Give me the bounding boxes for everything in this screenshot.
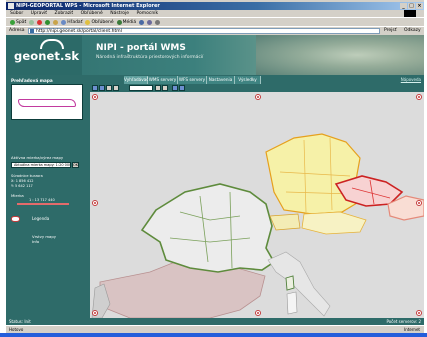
legend-label[interactable]: Legenda xyxy=(32,216,49,221)
header-landscape-image xyxy=(256,35,424,75)
scalebar-label: Mierka xyxy=(11,193,24,198)
window-title: NIPI-GEOPORTAL WPS - Microsoft Internet … xyxy=(16,3,160,9)
site-logo[interactable]: geonet.sk xyxy=(14,49,79,63)
pan-north-icon[interactable] xyxy=(255,94,261,100)
tab-wms-servers[interactable]: WMS servery xyxy=(148,76,178,84)
star-icon xyxy=(85,19,91,25)
overview-extent-outline xyxy=(18,99,76,107)
overview-map[interactable] xyxy=(11,84,83,120)
menu-file[interactable]: Súbor xyxy=(10,11,23,16)
windows-logo-icon xyxy=(404,10,416,17)
layers-tool-icon[interactable] xyxy=(172,85,178,91)
pan-northwest-icon[interactable] xyxy=(92,94,98,100)
scalebar-text: 1 : 13 717 440 xyxy=(29,198,55,202)
history-icon xyxy=(139,19,145,25)
menu-edit[interactable]: Upraviť xyxy=(31,11,47,16)
pan-southwest-icon[interactable] xyxy=(92,310,98,316)
menu-bar: Súbor Upraviť Zobraziť Obľúbené Nástroje… xyxy=(6,10,424,17)
help-link[interactable]: Nápoveda xyxy=(401,76,421,84)
pan-southeast-icon[interactable] xyxy=(416,310,422,316)
menu-tools[interactable]: Nástroje xyxy=(110,11,129,16)
history-button[interactable] xyxy=(139,19,145,25)
mail-icon xyxy=(147,19,153,25)
address-input[interactable]: http://nipi.geonet.sk/portal/client.html xyxy=(28,28,380,34)
scale-label: Aktívna mierka/výrez mapy xyxy=(11,155,64,160)
measure-tool-icon[interactable] xyxy=(179,85,185,91)
page-status-bar: Status: Init Počet serverov: 2 xyxy=(6,318,424,325)
ie-window-icon xyxy=(8,3,14,9)
pan-tool-icon[interactable] xyxy=(106,85,112,91)
menu-favorites[interactable]: Obľúbené xyxy=(81,11,103,16)
pan-south-icon[interactable] xyxy=(255,310,261,316)
coords-y: Y: 5 642 117 xyxy=(11,184,33,188)
map-canvas[interactable] xyxy=(90,92,424,318)
print-icon xyxy=(155,19,161,25)
forward-button[interactable] xyxy=(29,19,35,25)
overview-title: Prehľadová mapa xyxy=(11,78,53,83)
tab-search[interactable]: Vyhľadávač xyxy=(124,76,149,84)
left-panel: Prehľadová mapa Aktívna mierka/výrez map… xyxy=(6,75,90,325)
home-icon xyxy=(53,19,59,25)
page-status-right: Počet serverov: 2 xyxy=(386,319,421,324)
zoom-out-tool-icon[interactable] xyxy=(99,85,105,91)
sardinia-region xyxy=(286,291,298,315)
layer-list: Vrstvy mapy Info xyxy=(32,234,56,244)
scalebar-line xyxy=(17,203,69,205)
maximize-button[interactable]: □ xyxy=(408,3,415,9)
print-map-icon[interactable] xyxy=(162,85,168,91)
go-button[interactable]: Prejsť xyxy=(384,27,397,35)
address-bar: Adresa http://nipi.geonet.sk/portal/clie… xyxy=(6,26,424,34)
map-search-input[interactable] xyxy=(129,85,153,91)
print-button[interactable] xyxy=(155,19,161,25)
refresh-icon xyxy=(45,19,51,25)
cursor-coordinates: Súradnice kurzora X: 1 856 412 Y: 5 642 … xyxy=(11,174,43,189)
stop-button[interactable] xyxy=(37,19,43,25)
media-icon xyxy=(116,19,122,25)
map-toolbar xyxy=(90,84,424,92)
taskbar xyxy=(0,333,427,337)
home-button[interactable] xyxy=(53,19,59,25)
map-svg xyxy=(90,92,424,318)
close-button[interactable]: × xyxy=(416,3,423,9)
title-bar: NIPI-GEOPORTAL WPS - Microsoft Internet … xyxy=(6,2,424,10)
scale-select[interactable]: Aktuálna mierka mapy: 1:20 000 xyxy=(11,162,71,168)
scale-ok-button[interactable]: OK xyxy=(72,162,79,168)
ie-status-text: Hotovo xyxy=(9,327,24,332)
info-tool-icon[interactable] xyxy=(113,85,119,91)
browser-window: NIPI-GEOPORTAL WPS - Microsoft Internet … xyxy=(6,0,424,333)
search-icon xyxy=(61,19,67,25)
corsica-region xyxy=(285,275,295,291)
layer-item-info[interactable]: Info xyxy=(32,239,56,244)
legend-icon[interactable] xyxy=(11,216,20,222)
forward-arrow-icon xyxy=(29,19,35,25)
pan-northeast-icon[interactable] xyxy=(416,94,422,100)
page-subtitle: Národná infraštruktúra priestorových inf… xyxy=(96,55,204,60)
web-page: geonet.sk NIPI - portál WMS Národná infr… xyxy=(6,35,424,325)
stop-icon xyxy=(37,19,43,25)
back-arrow-icon xyxy=(10,19,15,25)
browser-toolbar: Späť Hľadať Obľúbené Médiá xyxy=(6,17,424,26)
tab-settings[interactable]: Nastavenia xyxy=(207,76,235,84)
refresh-button[interactable] xyxy=(45,19,51,25)
menu-view[interactable]: Zobraziť xyxy=(54,11,73,16)
page-status-left: Status: Init xyxy=(9,319,31,324)
minimize-button[interactable]: _ xyxy=(400,3,407,9)
page-title: NIPI - portál WMS xyxy=(96,43,186,53)
pan-east-icon[interactable] xyxy=(416,200,422,206)
tab-wfs-servers[interactable]: WFS servery xyxy=(178,76,207,84)
tab-results[interactable]: Výsledky xyxy=(235,76,261,84)
mail-button[interactable] xyxy=(147,19,153,25)
links-button[interactable]: Odkazy xyxy=(404,27,421,35)
refresh-map-icon[interactable] xyxy=(155,85,161,91)
address-label: Adresa xyxy=(9,28,25,33)
zoom-in-tool-icon[interactable] xyxy=(92,85,98,91)
ie-status-bar: Hotovo Internet xyxy=(6,325,424,333)
tab-bar: Vyhľadávač WMS servery WFS servery Nasta… xyxy=(90,75,424,84)
page-header: geonet.sk NIPI - portál WMS Národná infr… xyxy=(6,35,424,75)
logo-arc-icon xyxy=(40,39,64,49)
menu-help[interactable]: Pomocník xyxy=(136,11,158,16)
pan-west-icon[interactable] xyxy=(92,200,98,206)
window-controls: _ □ × xyxy=(400,3,423,9)
scale-bar: 1 : 13 717 440 xyxy=(11,198,71,209)
